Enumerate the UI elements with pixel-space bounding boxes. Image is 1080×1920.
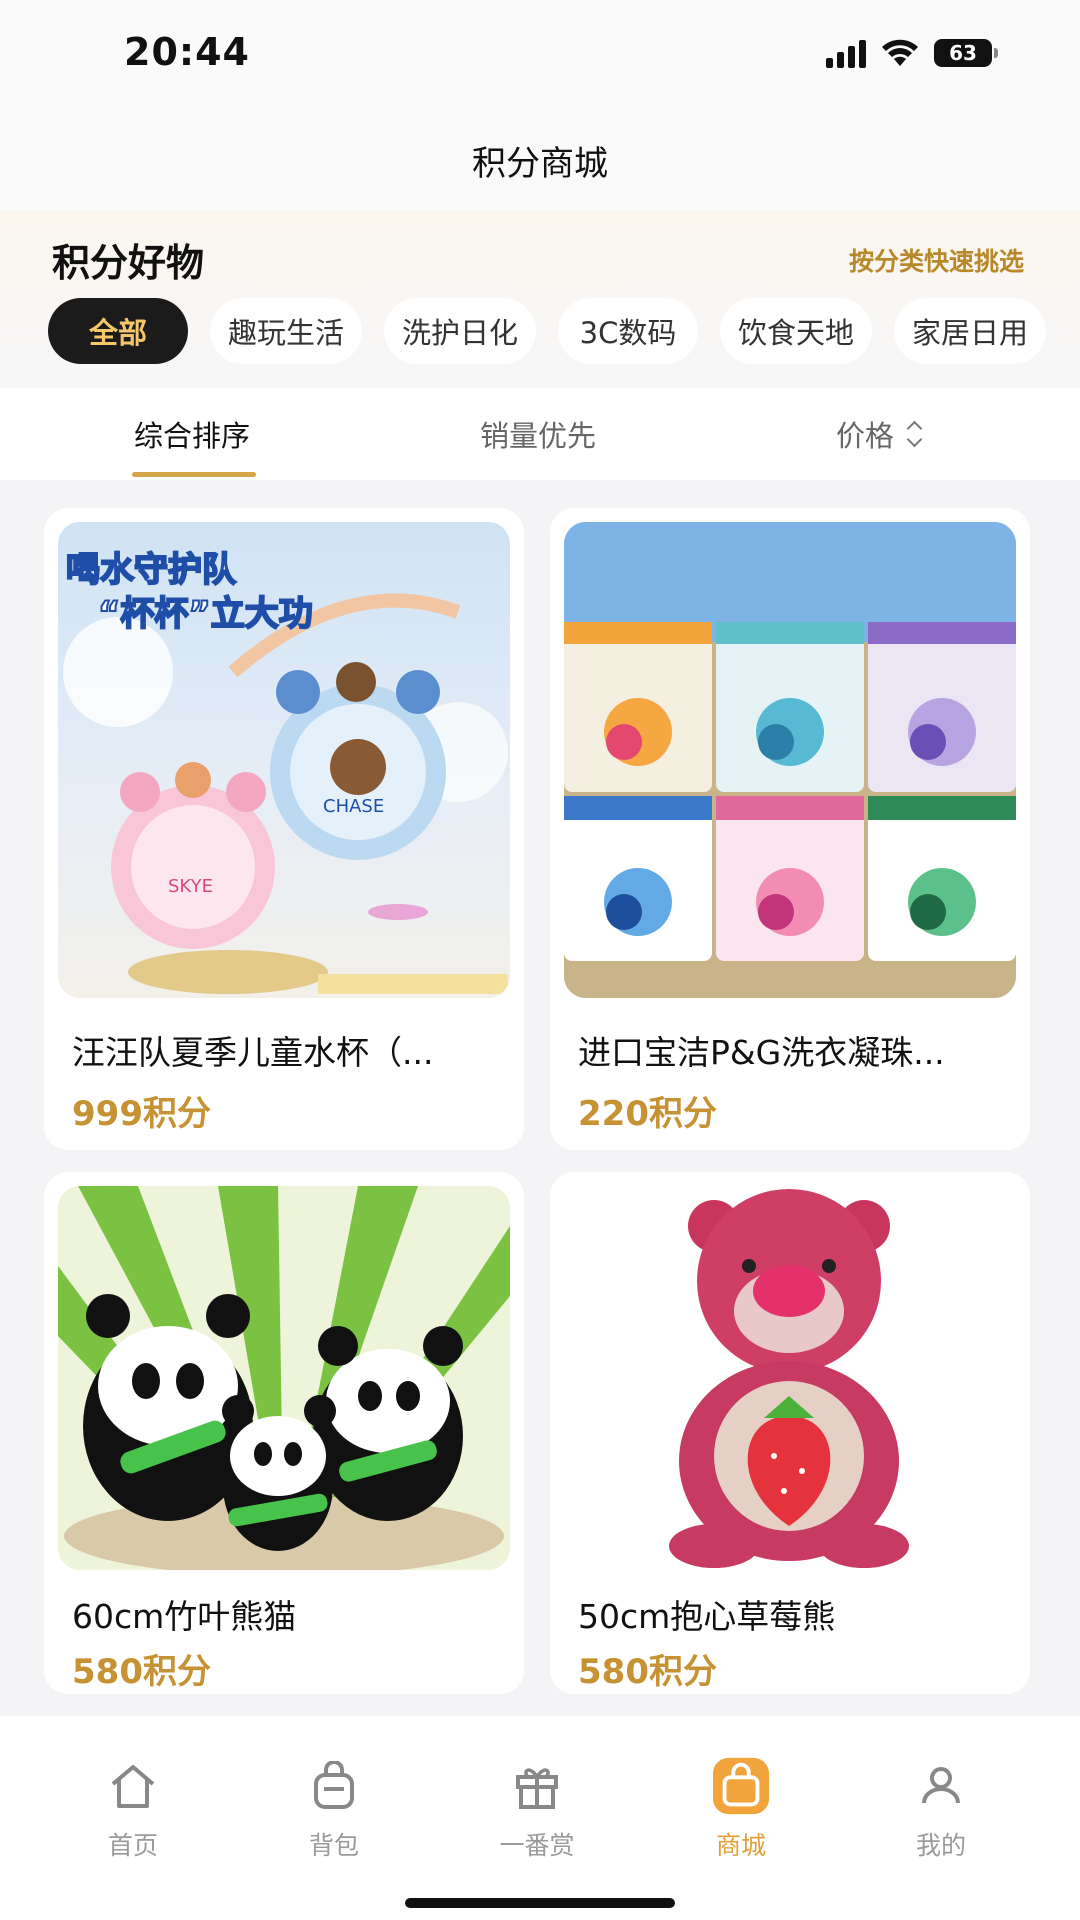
chip-care[interactable]: 洗护日化 [384,298,536,364]
svg-text:SKYE: SKYE [168,876,213,897]
sort-tab-price[interactable]: 价格 [836,388,926,480]
product-name: 汪汪队夏季儿童水杯（... [72,1033,434,1072]
nav-label: 商城 [715,1831,766,1860]
sort-tab-label: 综合排序 [134,419,251,453]
chip-food[interactable]: 饮食天地 [720,298,872,364]
active-tab-indicator [132,472,256,477]
product-price: 580积分 [72,1652,211,1692]
sort-bar: 综合排序 销量优先 价格 [0,388,1080,480]
status-icons: 63 [826,38,998,68]
nav-label: 首页 [107,1831,158,1860]
home-indicator [405,1898,675,1908]
product-image [564,522,1016,998]
product-card[interactable]: SKYE CHASE 喝水守护队 “杯杯”立大功 汪汪队夏季儿童水杯（... 9… [44,508,524,1150]
category-chips: 全部 趣玩生活 洗护日化 3C数码 饮食天地 家居日用 [48,298,1046,364]
product-price: 220积分 [578,1094,717,1134]
battery-level: 63 [949,41,977,65]
quick-pick-link[interactable]: 按分类快速挑选 [849,242,1024,278]
home-icon [103,1756,163,1816]
sort-tab-label: 销量优先 [480,419,597,453]
product-card[interactable]: 50cm抱心草莓熊 580积分 [550,1172,1030,1694]
panda-plush-illustration [58,1186,510,1570]
status-bar: 20:44 63 [0,0,1080,110]
product-image: SKYE CHASE 喝水守护队 “杯杯”立大功 [58,522,510,998]
nav-label: 一番赏 [499,1831,575,1860]
detergent-pods-illustration [564,522,1016,998]
product-image [564,1186,1016,1570]
product-name: 50cm抱心草莓熊 [578,1597,836,1636]
sort-tab-label: 价格 [836,419,895,453]
image-headline: 喝水守护队 [65,549,237,591]
nav-lottery[interactable]: 一番赏 [472,1756,602,1862]
product-name: 60cm竹叶熊猫 [72,1597,297,1636]
backpack-icon [304,1756,364,1816]
product-card[interactable]: 进口宝洁P&G洗衣凝珠... 220积分 [550,508,1030,1150]
user-icon [911,1756,971,1816]
sort-tab-overall[interactable]: 综合排序 [134,388,250,480]
status-time: 20:44 [124,30,250,74]
signal-icon [826,38,866,68]
sort-arrows-icon [904,418,926,450]
svg-text:CHASE: CHASE [323,796,384,817]
battery-icon: 63 [934,39,998,67]
page-header: 积分商城 [0,110,1080,210]
product-card[interactable]: 60cm竹叶熊猫 580积分 [44,1172,524,1694]
sort-tab-sales[interactable]: 销量优先 [480,388,596,480]
image-subheadline: “杯杯”立大功 [97,593,314,635]
product-name: 进口宝洁P&G洗衣凝珠... [578,1033,945,1072]
nav-backpack[interactable]: 背包 [269,1756,399,1862]
nav-mall[interactable]: 商城 [676,1756,806,1862]
gift-icon [507,1756,567,1816]
nav-label: 背包 [308,1831,359,1860]
strawberry-bear-illustration [564,1186,1016,1570]
product-image [58,1186,510,1570]
chip-all[interactable]: 全部 [48,298,188,364]
wifi-icon [882,39,918,66]
chip-3c[interactable]: 3C数码 [558,298,698,364]
bottom-nav: 首页 背包 一番赏 商城 我的 [0,1716,1080,1920]
category-title: 积分好物 [52,241,205,285]
shopping-bag-icon [711,1756,771,1816]
page-title: 积分商城 [472,143,608,184]
product-price: 580积分 [578,1652,717,1692]
chip-fun-life[interactable]: 趣玩生活 [210,298,362,364]
nav-mine[interactable]: 我的 [876,1756,1006,1862]
product-price: 999积分 [72,1094,211,1134]
nav-home[interactable]: 首页 [68,1756,198,1862]
chip-home[interactable]: 家居日用 [894,298,1046,364]
nav-label: 我的 [915,1831,966,1860]
category-section: 积分好物 按分类快速挑选 全部 趣玩生活 洗护日化 3C数码 饮食天地 家居日用 [0,210,1080,388]
